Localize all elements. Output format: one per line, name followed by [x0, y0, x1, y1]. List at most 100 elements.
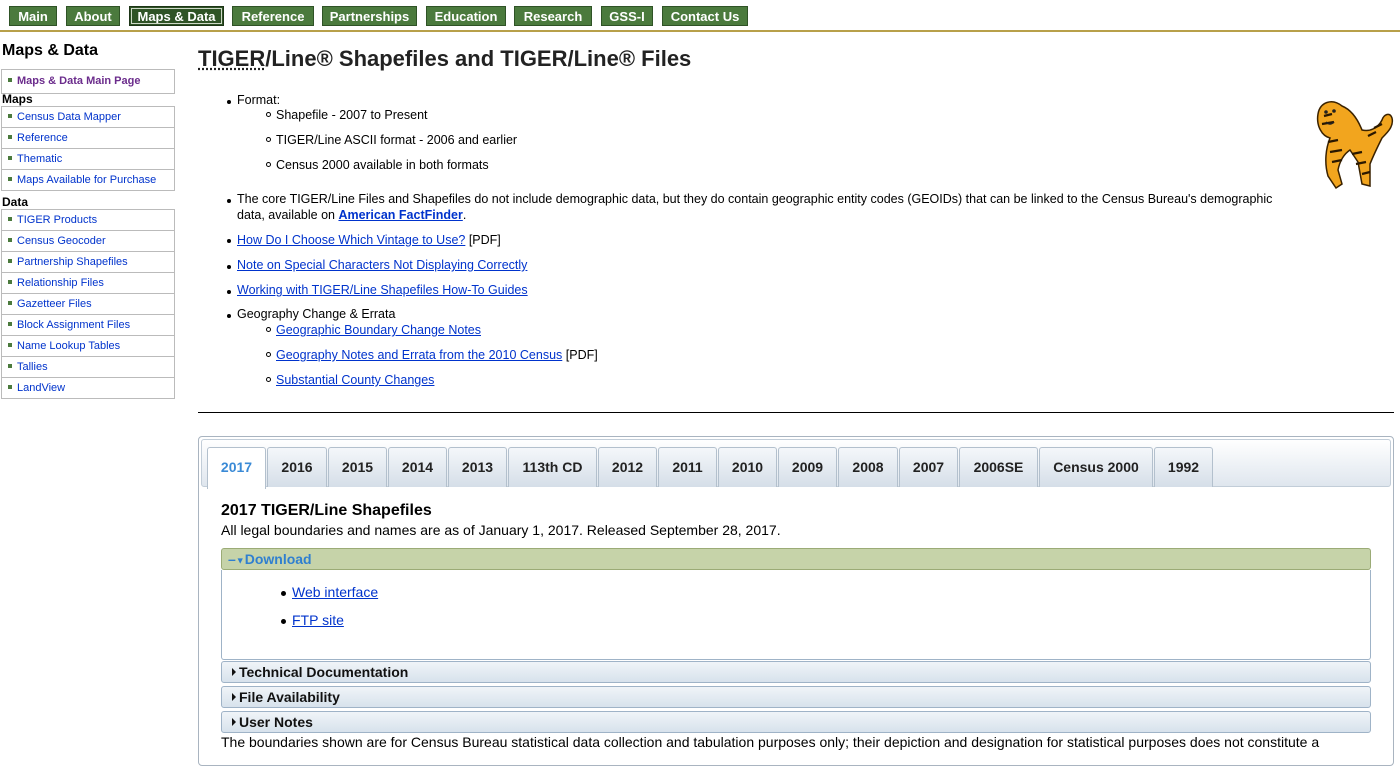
nav-about[interactable]: About	[66, 6, 120, 26]
sidebar-item-maps-data-main[interactable]: Maps & Data Main Page	[1, 70, 175, 94]
sidebar-item-tallies[interactable]: Tallies	[1, 357, 175, 378]
file-availability-header[interactable]: File Availability	[221, 686, 1371, 708]
nav-contact-us[interactable]: Contact Us	[662, 6, 748, 26]
bullet-icon	[8, 217, 12, 222]
nav-gss-i[interactable]: GSS-I	[601, 6, 653, 26]
chevron-down-icon: ▼	[235, 555, 245, 566]
bullet-icon	[8, 364, 12, 369]
sidebar-item-census-geocoder[interactable]: Census Geocoder	[1, 231, 175, 252]
chevron-right-icon	[232, 668, 236, 677]
sidebar-item-reference[interactable]: Reference	[1, 128, 175, 149]
tab-2014[interactable]: 2014	[388, 447, 447, 487]
sidebar-item-landview[interactable]: LandView	[1, 378, 175, 399]
american-factfinder-link[interactable]: American FactFinder	[338, 208, 462, 222]
nav-main[interactable]: Main	[9, 6, 57, 26]
user-notes-header[interactable]: User Notes	[221, 711, 1371, 733]
vintage-link[interactable]: How Do I Choose Which Vintage to Use?	[237, 233, 465, 247]
nav-partnerships[interactable]: Partnerships	[322, 6, 417, 26]
tab-2011[interactable]: 2011	[658, 447, 717, 487]
disclaimer-text: The boundaries shown are for Census Bure…	[221, 734, 1320, 750]
bullet-icon	[227, 290, 231, 294]
bullet-icon	[227, 265, 231, 269]
circle-bullet-icon	[266, 377, 271, 382]
tab-2008[interactable]: 2008	[838, 447, 898, 487]
page-title-tiger: TIGER	[198, 46, 266, 71]
bullet-icon	[8, 343, 12, 348]
circle-bullet-icon	[266, 352, 271, 357]
circle-bullet-icon	[266, 327, 271, 332]
sidebar-item-block-assignment-files[interactable]: Block Assignment Files	[1, 315, 175, 336]
nav-maps-data[interactable]: Maps & Data	[129, 6, 224, 26]
tab-2007[interactable]: 2007	[899, 447, 958, 487]
tab-1992[interactable]: 1992	[1154, 447, 1213, 487]
geo-notes-link[interactable]: Geography Notes and Errata from the 2010…	[276, 348, 562, 362]
sidebar-item-partnership-shapefiles[interactable]: Partnership Shapefiles	[1, 252, 175, 273]
sidebar-item-label: Thematic	[17, 153, 63, 165]
sidebar-item-label: Census Data Mapper	[17, 111, 121, 123]
circle-bullet-icon	[266, 112, 271, 117]
bullet-icon	[227, 199, 231, 203]
geo-boundary-link[interactable]: Geographic Boundary Change Notes	[276, 323, 481, 337]
format-item: TIGER/Line ASCII format - 2006 and earli…	[276, 133, 518, 147]
sidebar-item-label: Gazetteer Files	[17, 298, 92, 310]
sidebar-item-thematic[interactable]: Thematic	[1, 149, 175, 170]
circle-bullet-icon	[266, 162, 271, 167]
bullet-icon	[8, 280, 12, 285]
sidebar-item-maps-for-purchase[interactable]: Maps Available for Purchase	[1, 170, 175, 191]
bullet-icon	[8, 156, 12, 161]
nav-research[interactable]: Research	[514, 6, 592, 26]
tab-2006se[interactable]: 2006SE	[959, 447, 1038, 487]
page-title: TIGER/Line® Shapefiles and TIGER/Line® F…	[198, 46, 691, 72]
tab-2015[interactable]: 2015	[328, 447, 387, 487]
pdf-tag: [PDF]	[562, 348, 598, 362]
sidebar-item-label: Name Lookup Tables	[17, 340, 121, 352]
tab-2009[interactable]: 2009	[778, 447, 837, 487]
page-title-rest: /Line® Shapefiles and TIGER/Line® Files	[265, 46, 692, 71]
geo-change-label: Geography Change & Errata	[237, 307, 396, 321]
geo-boundary-item: Geographic Boundary Change Notes	[276, 323, 481, 337]
bullet-icon	[8, 238, 12, 243]
web-interface-link[interactable]: Web interface	[292, 584, 378, 600]
bullet-icon	[227, 239, 231, 243]
download-accordion-body: Web interface FTP site	[221, 570, 1371, 660]
bullet-icon	[8, 177, 12, 182]
panel-title: 2017 TIGER/Line Shapefiles	[221, 502, 432, 519]
county-changes-link[interactable]: Substantial County Changes	[276, 373, 434, 387]
tab-2017[interactable]: 2017	[207, 447, 266, 489]
technical-documentation-header[interactable]: Technical Documentation	[221, 661, 1371, 683]
nav-reference[interactable]: Reference	[232, 6, 314, 26]
bullet-icon	[8, 322, 12, 327]
sidebar-data-list: TIGER Products Census Geocoder Partnersh…	[1, 209, 175, 399]
sidebar-main-list: Maps & Data Main Page	[1, 69, 175, 94]
tab-census-2000[interactable]: Census 2000	[1039, 447, 1153, 487]
vintage-item: How Do I Choose Which Vintage to Use? [P…	[237, 233, 501, 247]
ftp-site-link[interactable]: FTP site	[292, 612, 344, 628]
sidebar-item-relationship-files[interactable]: Relationship Files	[1, 273, 175, 294]
sidebar-item-census-data-mapper[interactable]: Census Data Mapper	[1, 107, 175, 128]
core-files-period: .	[462, 208, 467, 222]
sidebar-heading: Maps & Data	[2, 42, 99, 59]
accordion-label: User Notes	[239, 714, 313, 730]
tab-2010[interactable]: 2010	[718, 447, 777, 487]
sidebar-maps-list: Census Data Mapper Reference Thematic Ma…	[1, 106, 175, 191]
special-characters-link[interactable]: Note on Special Characters Not Displayin…	[237, 258, 527, 272]
sidebar-item-label: Partnership Shapefiles	[17, 256, 128, 268]
sidebar-item-name-lookup-tables[interactable]: Name Lookup Tables	[1, 336, 175, 357]
nav-education[interactable]: Education	[426, 6, 506, 26]
howto-guides-link[interactable]: Working with TIGER/Line Shapefiles How-T…	[237, 283, 528, 297]
tab-2016[interactable]: 2016	[267, 447, 327, 487]
sidebar-item-gazetteer-files[interactable]: Gazetteer Files	[1, 294, 175, 315]
tab-113th-cd[interactable]: 113th CD	[508, 447, 597, 487]
download-label: Download	[244, 551, 312, 567]
sidebar-item-label: LandView	[17, 382, 66, 394]
tab-2012[interactable]: 2012	[598, 447, 657, 487]
download-accordion-header[interactable]: –▼Download	[221, 548, 1371, 570]
tiger-mascot-image	[1316, 101, 1394, 190]
circle-bullet-icon	[266, 137, 271, 142]
tab-2013[interactable]: 2013	[448, 447, 507, 487]
sidebar-item-tiger-products[interactable]: TIGER Products	[1, 210, 175, 231]
sidebar-group-maps: Maps	[2, 92, 33, 106]
sidebar-item-label: TIGER Products	[17, 214, 98, 226]
format-item: Shapefile - 2007 to Present	[276, 108, 428, 122]
accordion-label: File Availability	[239, 689, 340, 705]
